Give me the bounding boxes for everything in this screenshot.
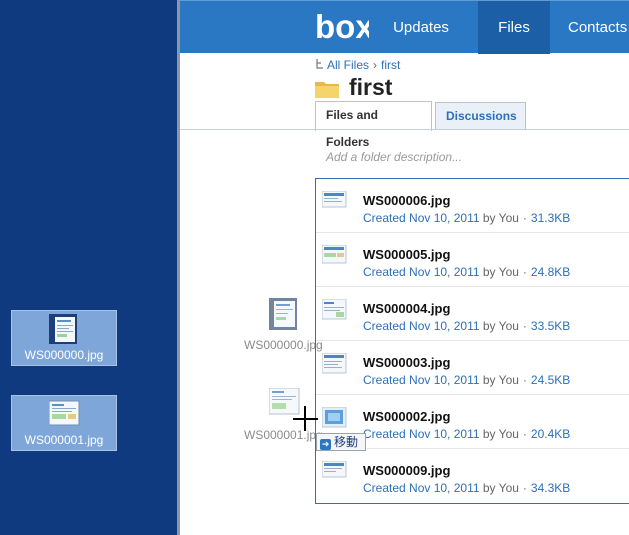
file-meta: Created Nov 10, 2011 by You · 24.5KB [363, 373, 570, 387]
file-row[interactable]: WS000009.jpg Created Nov 10, 2011 by You… [316, 449, 629, 503]
file-size: 24.8KB [530, 265, 571, 279]
file-size: 34.3KB [530, 481, 571, 495]
move-tooltip-label: 移動 [334, 435, 359, 449]
file-name[interactable]: WS000003.jpg [363, 355, 450, 370]
file-created: Created Nov 10, 2011 [363, 373, 480, 387]
file-meta: Created Nov 10, 2011 by You · 33.5KB [363, 319, 570, 333]
file-meta: Created Nov 10, 2011 by You · 24.8KB [363, 265, 570, 279]
breadcrumb-current[interactable]: first [381, 58, 400, 72]
tree-icon [316, 59, 323, 69]
file-row[interactable]: WS000004.jpg Created Nov 10, 2011 by You… [316, 287, 629, 341]
desktop-file-name: WS000000.jpg [24, 348, 104, 362]
drag-ghost-name: WS000000.jpg [244, 338, 323, 352]
file-thumbnail [322, 191, 347, 208]
meta-dot: · [522, 481, 527, 495]
file-thumbnail [322, 353, 347, 374]
file-row[interactable]: WS000006.jpg Created Nov 10, 2011 by You… [316, 179, 629, 233]
breadcrumb-all-files[interactable]: All Files [327, 58, 369, 72]
folder-icon [315, 82, 339, 98]
file-size: 33.5KB [530, 319, 571, 333]
file-created: Created Nov 10, 2011 [363, 319, 480, 333]
desktop-file-icon[interactable]: WS000001.jpg [11, 395, 117, 451]
meta-dot: · [522, 265, 527, 279]
file-size: 31.3KB [530, 211, 571, 225]
file-row[interactable]: WS000003.jpg Created Nov 10, 2011 by You… [316, 341, 629, 395]
file-owner: by You [482, 211, 519, 225]
breadcrumb-separator: › [373, 58, 378, 72]
tab-discussions[interactable]: Discussions [435, 102, 526, 129]
tab-divider [180, 129, 629, 130]
move-tooltip: ➜ 移動 [316, 433, 366, 451]
folder-description-input[interactable]: Add a folder description... [326, 150, 462, 164]
desktop-file-icon[interactable]: WS000000.jpg [11, 310, 117, 366]
file-row[interactable]: WS000005.jpg Created Nov 10, 2011 by You… [316, 233, 629, 287]
image-file-icon [269, 298, 297, 330]
file-size: 20.4KB [530, 427, 571, 441]
file-size: 24.5KB [530, 373, 571, 387]
nav-updates[interactable]: Updates [379, 1, 463, 54]
file-name[interactable]: WS000004.jpg [363, 301, 450, 316]
image-file-icon [49, 400, 80, 426]
nav-contacts[interactable]: Contacts [568, 1, 629, 54]
crosshair-cursor-icon [293, 406, 318, 431]
box-logo[interactable]: box [315, 9, 369, 45]
file-name[interactable]: WS000005.jpg [363, 247, 450, 262]
folder-title: first [349, 74, 393, 100]
top-navigation-bar: box Updates Files Contacts [180, 0, 629, 54]
file-name[interactable]: WS000002.jpg [363, 409, 450, 424]
file-owner: by You [482, 265, 519, 279]
meta-dot: · [522, 373, 527, 387]
file-name[interactable]: WS000009.jpg [363, 463, 450, 478]
meta-dot: · [522, 319, 527, 333]
file-name[interactable]: WS000006.jpg [363, 193, 450, 208]
file-meta: Created Nov 10, 2011 by You · 34.3KB [363, 481, 570, 495]
meta-dot: · [522, 427, 527, 441]
file-meta: Created Nov 10, 2011 by You · 20.4KB [363, 427, 570, 441]
tab-files-and-folders[interactable]: Files and Folders [315, 101, 432, 149]
drag-ghost: WS000000.jpg [244, 298, 334, 354]
file-meta: Created Nov 10, 2011 by You · 31.3KB [363, 211, 570, 225]
file-owner: by You [482, 481, 519, 495]
file-thumbnail [322, 461, 347, 478]
box-logo-text: box [315, 9, 369, 45]
file-thumbnail [322, 245, 347, 264]
file-owner: by You [482, 427, 519, 441]
file-created: Created Nov 10, 2011 [363, 265, 480, 279]
image-file-icon [49, 314, 77, 344]
desktop-file-name: WS000001.jpg [24, 433, 104, 447]
file-owner: by You [482, 319, 519, 333]
meta-dot: · [522, 211, 527, 225]
file-owner: by You [482, 373, 519, 387]
nav-files[interactable]: Files [478, 1, 550, 54]
box-page: box Updates Files Contacts All Files › fir… [180, 0, 629, 535]
arrow-right-icon: ➜ [320, 439, 331, 450]
desktop: WS000000.jpg WS000001.jpg [0, 0, 177, 535]
breadcrumb: All Files › first [316, 58, 400, 72]
file-created: Created Nov 10, 2011 [363, 427, 480, 441]
file-list: WS000006.jpg Created Nov 10, 2011 by You… [315, 178, 629, 504]
file-created: Created Nov 10, 2011 [363, 211, 480, 225]
file-created: Created Nov 10, 2011 [363, 481, 480, 495]
